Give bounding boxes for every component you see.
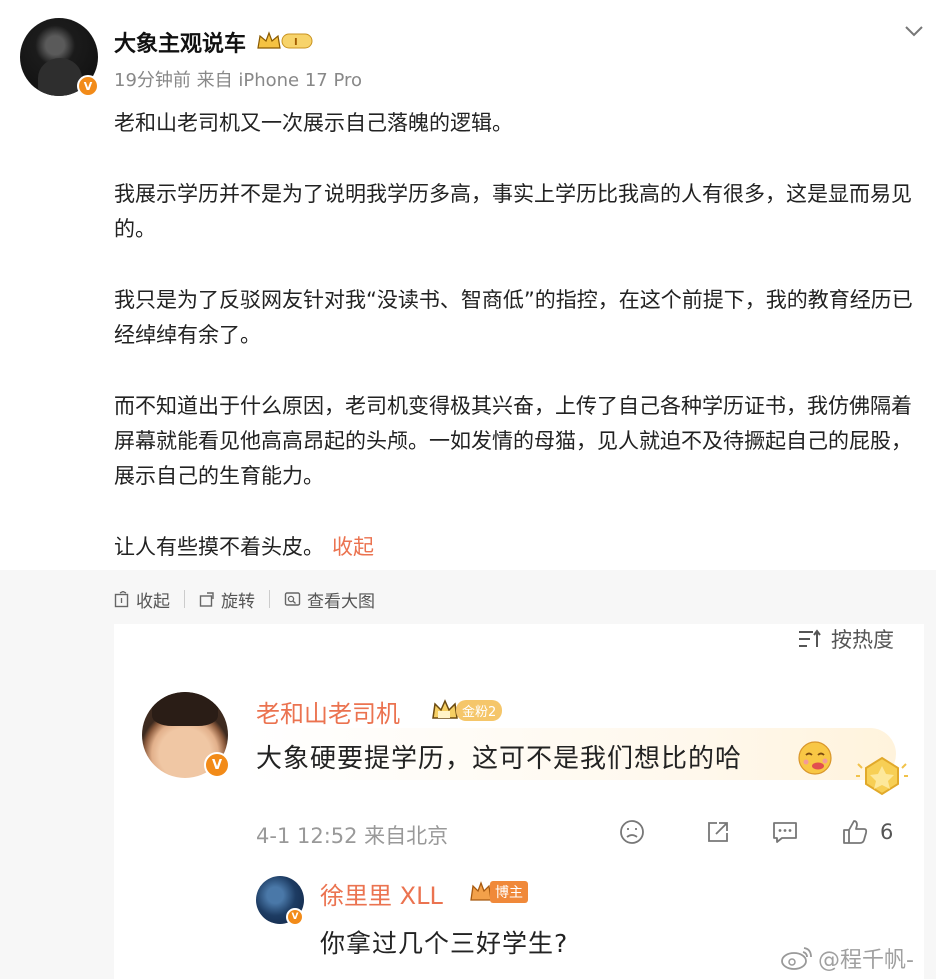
post-paragraph: 我展示学历并不是为了说明我学历多高，事实上学历比我高的人有很多，这是显而易见的。 bbox=[114, 182, 912, 241]
fan-badge-label: 金粉2 bbox=[456, 699, 503, 721]
author-name[interactable]: 大象主观说车 bbox=[114, 26, 246, 58]
like-count: 6 bbox=[880, 820, 894, 844]
reply-verified-badge: V bbox=[286, 908, 304, 926]
post-paragraph-last: 让人有些摸不着头皮。 收起 bbox=[114, 530, 914, 565]
rotate-icon bbox=[199, 591, 214, 607]
like-icon[interactable] bbox=[840, 818, 870, 846]
collapse-label: 收起 bbox=[136, 591, 170, 612]
post-meta: 19分钟前 来自 iPhone 17 Pro bbox=[114, 66, 362, 92]
watermark-text: @程千帆- bbox=[818, 948, 914, 973]
post-source: 来自 iPhone 17 Pro bbox=[196, 70, 363, 91]
reply-name: 徐里里 XLL bbox=[320, 882, 443, 910]
svg-text:I: I bbox=[294, 37, 298, 48]
weibo-logo-icon bbox=[781, 947, 812, 970]
collapse-icon bbox=[114, 590, 129, 607]
share-icon[interactable] bbox=[704, 818, 732, 846]
toolbar-divider bbox=[184, 590, 185, 608]
view-large-label: 查看大图 bbox=[307, 591, 375, 612]
author-badge-label: 博主 bbox=[490, 881, 528, 903]
rotate-label: 旋转 bbox=[221, 591, 255, 612]
post-body: 老和山老司机又一次展示自己落魄的逻辑。 我展示学历并不是为了说明我学历多高，事实… bbox=[114, 106, 914, 565]
sort-icon bbox=[799, 629, 821, 647]
comment-icon[interactable] bbox=[770, 818, 800, 846]
toolbar-divider bbox=[269, 590, 270, 608]
chevron-down-icon[interactable] bbox=[903, 22, 925, 40]
watermark: @程千帆- bbox=[780, 942, 914, 974]
post-paragraph: 老和山老司机又一次展示自己落魄的逻辑。 bbox=[114, 111, 513, 135]
post-paragraph: 我只是为了反驳网友针对我“没读书、智商低”的指控，在这个前提下，我的教育经历已经… bbox=[114, 288, 913, 347]
verified-badge: V bbox=[77, 75, 99, 97]
emoji-icon bbox=[798, 741, 832, 775]
commenter-name: 老和山老司机 bbox=[256, 700, 400, 728]
sort-label: 按热度 bbox=[831, 628, 894, 652]
post-time: 19分钟前 bbox=[114, 70, 191, 91]
member-crown-icon[interactable]: I bbox=[256, 30, 314, 52]
reply-text: 你拿过几个三好学生? bbox=[320, 929, 569, 958]
post-paragraph-text: 让人有些摸不着头皮。 bbox=[114, 535, 324, 559]
gold-medal-icon bbox=[856, 756, 908, 796]
view-large-button[interactable]: 查看大图 bbox=[284, 587, 375, 612]
fan-badge: 金粉2 bbox=[430, 698, 503, 722]
comment-meta: 4-1 12:52 来自北京 bbox=[256, 824, 449, 848]
collapse-image-button[interactable]: 收起 bbox=[114, 587, 170, 612]
post-header: V 大象主观说车 I 19分钟前 来自 iPhone 17 Pro bbox=[0, 0, 936, 100]
rotate-button[interactable]: 旋转 bbox=[199, 587, 255, 612]
commenter-verified-badge: V bbox=[204, 752, 230, 778]
view-large-icon bbox=[284, 591, 301, 606]
dislike-icon[interactable] bbox=[618, 818, 646, 846]
collapse-text-link[interactable]: 收起 bbox=[332, 535, 374, 559]
attached-image[interactable]: 按热度 V 老和山老司机 金粉2 大象硬要提学历，这可不是我们想比的哈 4-1 … bbox=[114, 624, 924, 979]
image-toolbar: 收起 旋转 查看大图 bbox=[114, 586, 375, 612]
comment-text: 大象硬要提学历，这可不是我们想比的哈 bbox=[256, 744, 743, 774]
sort-control[interactable]: 按热度 bbox=[797, 624, 894, 654]
post-paragraph: 而不知道出于什么原因，老司机变得极其兴奋，上传了自己各种学历证书，我仿佛隔着屏幕… bbox=[114, 394, 912, 488]
author-badge: 博主 bbox=[468, 880, 528, 904]
